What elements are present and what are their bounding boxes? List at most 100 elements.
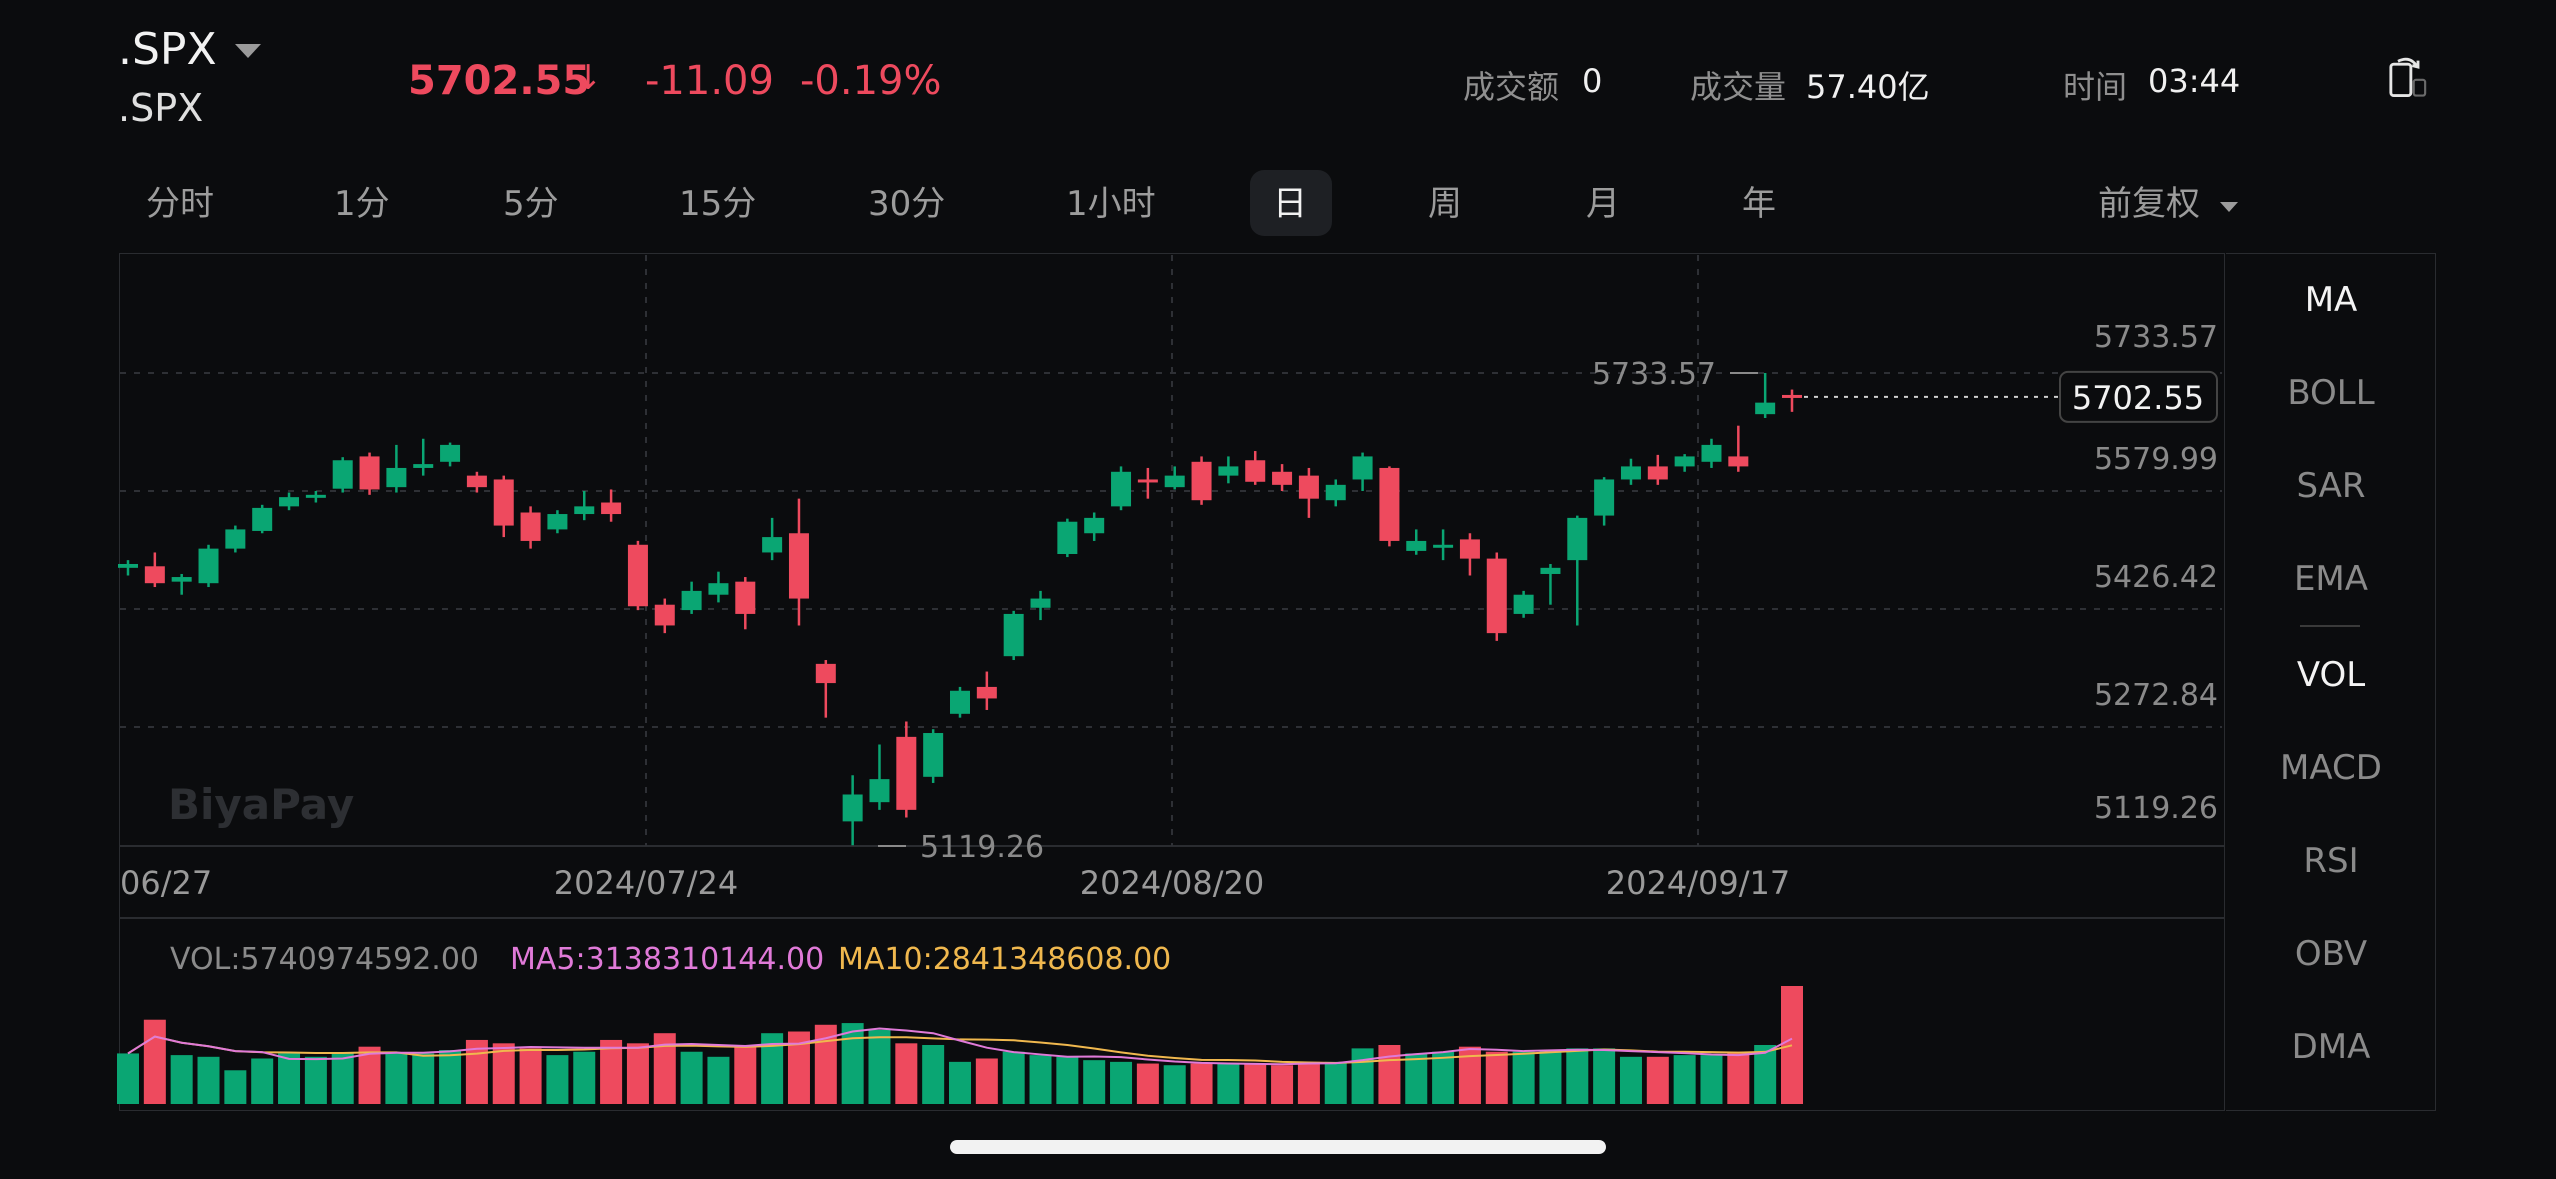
candle-body	[1459, 539, 1480, 559]
volume-bar	[1029, 1055, 1052, 1104]
candle-body	[896, 736, 917, 810]
candle-body	[413, 464, 434, 468]
volume-bar	[1727, 1051, 1750, 1104]
y-tick-label: 5579.99	[2094, 442, 2218, 477]
candle-body	[681, 590, 702, 611]
volume-bar	[412, 1053, 435, 1104]
volume-bar	[1405, 1053, 1428, 1104]
candle-body	[359, 456, 380, 490]
volume-bar	[734, 1045, 757, 1104]
candle-body	[1379, 467, 1400, 541]
candle-body	[654, 604, 675, 626]
volume-bar	[1593, 1048, 1616, 1104]
vol-label: VOL:5740974592.00	[170, 942, 479, 977]
candle-body	[198, 548, 219, 584]
candle-body	[1433, 544, 1454, 548]
volume-bar	[1297, 1061, 1320, 1104]
candle-body	[1137, 479, 1158, 483]
candle-body	[118, 563, 138, 568]
volume-bar	[1271, 1065, 1294, 1104]
candle-body	[1057, 521, 1078, 554]
volume-bar	[1485, 1051, 1508, 1104]
vol-ma10-label: MA10:2841348608.00	[838, 942, 1171, 977]
candle-body	[950, 690, 970, 714]
candle-body	[1218, 466, 1239, 476]
volume-bar	[707, 1056, 730, 1104]
candle-body	[305, 494, 326, 498]
volume-bar	[841, 1023, 864, 1104]
x-tick-label: 2024/08/20	[1080, 864, 1264, 902]
candle-body	[171, 577, 192, 582]
volume-bar	[304, 1056, 327, 1104]
volume-bar	[975, 1058, 998, 1104]
home-indicator[interactable]	[950, 1140, 1606, 1154]
candle-body	[1298, 475, 1319, 499]
candle-body	[1084, 517, 1105, 534]
vol-ma5-label: MA5:3138310144.00	[510, 942, 824, 977]
x-tick-label: 06/27	[120, 864, 212, 902]
volume-bar	[1217, 1063, 1240, 1104]
volume-bar	[224, 1070, 247, 1104]
candle-body	[1486, 558, 1507, 634]
candle-body	[332, 460, 353, 489]
volume-bar	[439, 1050, 462, 1104]
candlestick-chart: 5733.57 5579.99 5426.42 5272.84 5119.26 06/27…	[117, 255, 2225, 1104]
volume-bar	[1083, 1060, 1106, 1104]
candle-body	[708, 583, 729, 595]
volume-bar	[1700, 1055, 1723, 1104]
volume-bar	[1512, 1051, 1535, 1104]
volume-bar	[895, 1043, 918, 1104]
volume-bar	[626, 1043, 649, 1104]
candle-body	[1325, 484, 1346, 501]
candle-body	[842, 794, 863, 822]
candle-body	[1782, 394, 1802, 398]
volume-bar	[1244, 1063, 1267, 1104]
candle-body	[1164, 475, 1185, 488]
y-tick-label: 5272.84	[2094, 678, 2218, 713]
volume-bar	[1566, 1048, 1589, 1104]
candle-body	[1406, 540, 1427, 551]
volume-bar	[278, 1053, 301, 1104]
candle-body	[815, 663, 836, 684]
candle-body	[1755, 402, 1776, 415]
candle-body	[1111, 471, 1132, 507]
volume-bar	[1351, 1048, 1374, 1104]
volume-bar	[117, 1053, 139, 1104]
candle-body	[1191, 461, 1212, 501]
volume-bar	[170, 1055, 193, 1104]
volume-bar	[1619, 1056, 1642, 1104]
candle-body	[627, 544, 648, 607]
candle-body	[869, 779, 890, 803]
candle-body	[225, 529, 246, 549]
volume-bar	[1673, 1055, 1696, 1104]
candle-body	[547, 514, 568, 530]
candle-body	[1003, 613, 1024, 657]
volume-bar	[868, 1029, 891, 1104]
candle-body	[1594, 479, 1615, 516]
last-price-tag-label: 5702.55	[2072, 379, 2204, 417]
low-marker-label: 5119.26	[920, 830, 1044, 865]
y-tick-label: 5119.26	[2094, 791, 2218, 826]
candle-body	[440, 444, 461, 462]
volume-bar	[519, 1048, 542, 1104]
candle-body	[762, 537, 783, 553]
volume-bar	[1110, 1061, 1133, 1104]
x-tick-label: 2024/07/24	[554, 864, 738, 902]
candle-body	[735, 581, 756, 614]
volume-bar	[922, 1045, 945, 1104]
candle-body	[279, 497, 300, 507]
volume-bar	[573, 1051, 596, 1104]
candle-body	[144, 566, 165, 584]
volume-bar	[1646, 1056, 1669, 1104]
volume-bar	[1539, 1050, 1562, 1104]
candle-body	[252, 507, 273, 531]
candle-body	[1674, 456, 1695, 467]
volume-bar	[385, 1053, 408, 1104]
candle-body	[493, 479, 514, 526]
volume-bar	[197, 1056, 220, 1104]
volume-bar	[1781, 986, 1803, 1104]
candle-body	[1272, 471, 1293, 485]
volume-bar	[1163, 1065, 1186, 1104]
volume-bar	[331, 1053, 354, 1104]
candle-body	[1701, 444, 1722, 462]
